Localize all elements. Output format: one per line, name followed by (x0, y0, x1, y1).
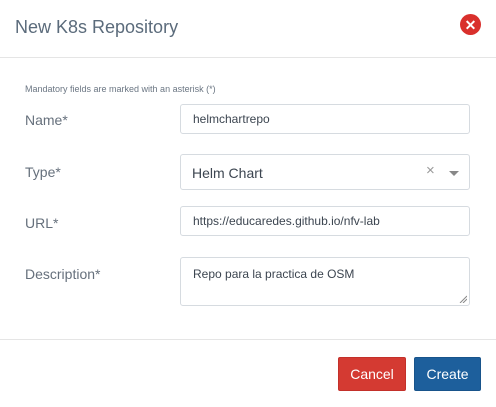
url-field[interactable]: https://educaredes.github.io/nfv-lab (180, 206, 470, 236)
type-label: Type* (25, 164, 61, 180)
dialog-header: New K8s Repository ✕ (0, 0, 496, 58)
url-label: URL* (25, 215, 59, 231)
chevron-down-icon[interactable] (449, 171, 459, 176)
name-field[interactable]: helmchartrepo (180, 104, 470, 134)
create-button[interactable]: Create (414, 357, 481, 391)
description-label: Description* (25, 266, 101, 282)
close-icon[interactable]: ✕ (460, 14, 481, 35)
type-select-value: Helm Chart (192, 165, 263, 181)
description-text: Repo para la practica de OSM (193, 267, 355, 281)
new-k8s-repository-dialog: New K8s Repository ✕ Mandatory fields ar… (0, 0, 496, 406)
dialog-footer: Cancel Create (0, 339, 496, 407)
resize-handle-icon[interactable] (459, 295, 467, 303)
mandatory-note: Mandatory fields are marked with an aste… (25, 84, 216, 94)
type-select[interactable]: Helm Chart × (180, 154, 470, 190)
dialog-title: New K8s Repository (15, 17, 179, 37)
cancel-button[interactable]: Cancel (338, 357, 406, 391)
clear-icon[interactable]: × (426, 162, 435, 179)
description-field[interactable]: Repo para la practica de OSM (180, 257, 470, 306)
name-label: Name* (25, 112, 68, 128)
